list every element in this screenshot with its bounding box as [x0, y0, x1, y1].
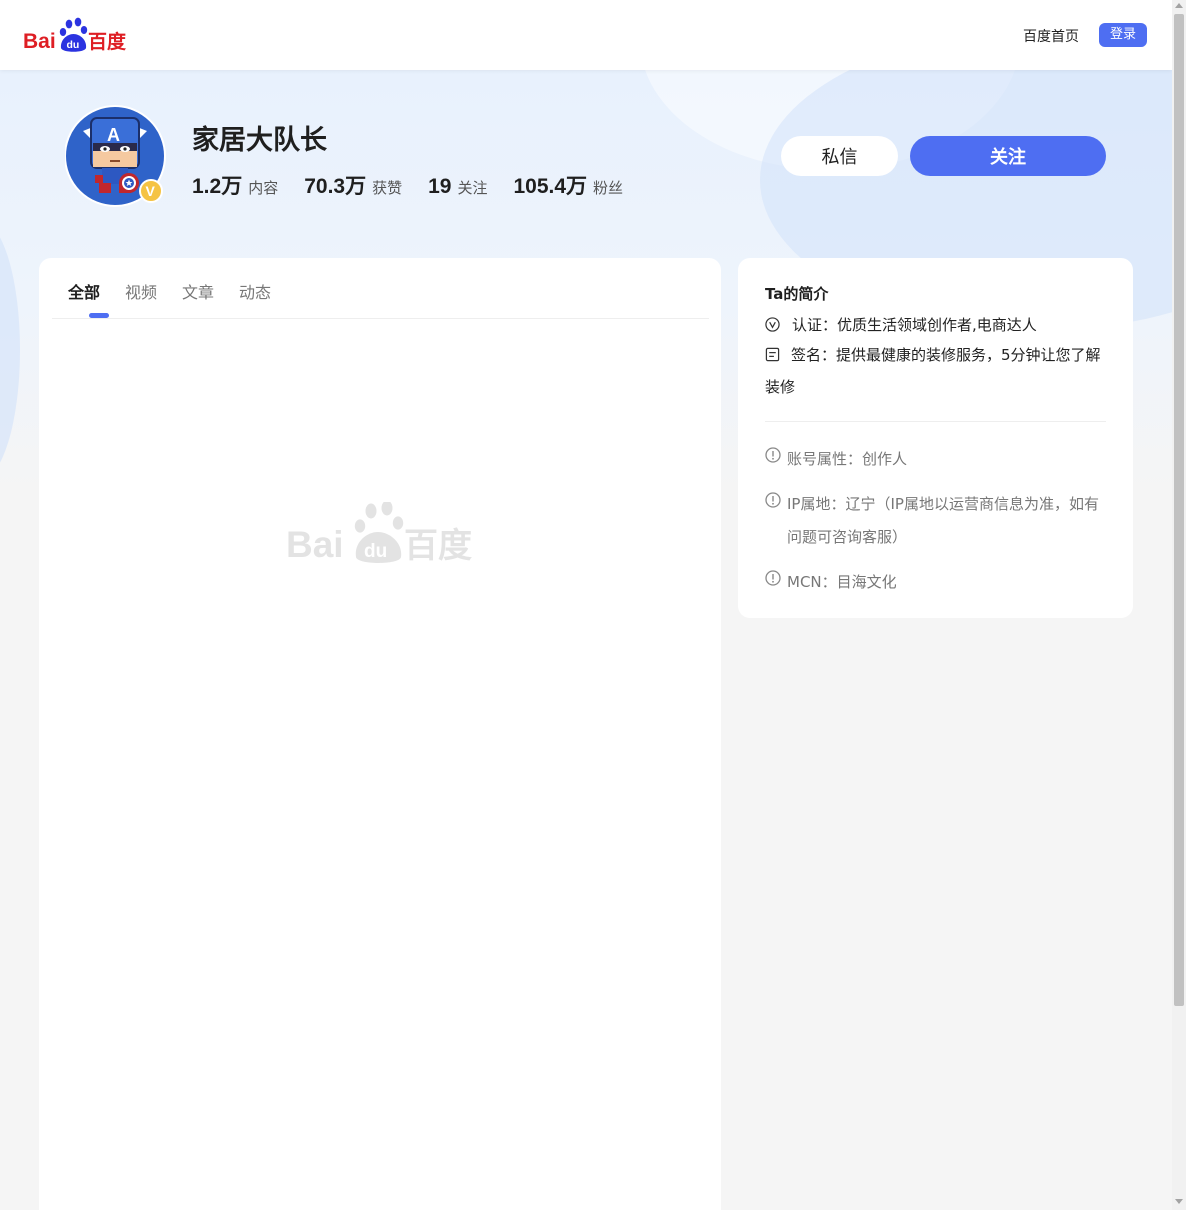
avatar[interactable]: A V [65, 105, 167, 207]
account-type-text: 账号属性：创作人 [787, 450, 908, 468]
scroll-down-arrow-icon[interactable] [1175, 1199, 1183, 1204]
login-button[interactable]: 登录 [1099, 23, 1147, 47]
stat-label: 获赞 [372, 179, 403, 197]
intro-card: Ta的简介 认证：优质生活领域创作者,电商达人 签名：提供最健康的装修服务，5分… [738, 258, 1133, 618]
top-bar: Bai du 百度 百度首页 登录 [0, 0, 1172, 70]
verified-circle-icon [765, 317, 780, 332]
signature-text: 签名：提供最健康的装修服务，5分钟让您了解装修 [765, 346, 1101, 396]
logo-text-du: du [67, 39, 80, 51]
tab-all[interactable]: 全部 [68, 279, 100, 303]
content-tabs: 全部 视频 文章 动态 [52, 258, 709, 319]
content-card: 全部 视频 文章 动态 Bai du 百度 [39, 258, 721, 1210]
baidu-logo[interactable]: Bai du 百度 [23, 17, 129, 53]
logo-text-baidu-cn: 百度 [88, 30, 127, 53]
placeholder-text-du: du [364, 541, 387, 562]
stat-label: 关注 [457, 179, 488, 197]
stat-content[interactable]: 1.2万 内容 [192, 170, 278, 200]
page-scrollbar[interactable] [1172, 0, 1186, 1210]
stat-number: 70.3万 [304, 175, 367, 198]
stat-number: 1.2万 [192, 175, 243, 198]
intro-divider [765, 421, 1106, 422]
logo-text-bai: Bai [23, 30, 56, 53]
verified-badge-icon: V [139, 179, 163, 203]
placeholder-text-baidu-cn: 百度 [404, 526, 472, 566]
private-message-button[interactable]: 私信 [781, 136, 898, 176]
stat-number: 105.4万 [513, 175, 588, 198]
baidu-placeholder-logo: Bai du 百度 [286, 502, 472, 566]
tab-video[interactable]: 视频 [125, 279, 157, 303]
mcn-text: MCN：目海文化 [787, 573, 897, 591]
info-icon [765, 447, 781, 463]
info-icon [765, 570, 781, 586]
stat-following[interactable]: 19 关注 [428, 175, 487, 199]
tab-article[interactable]: 文章 [182, 279, 214, 303]
svg-text:A: A [107, 125, 120, 145]
profile-name: 家居大队长 [192, 125, 327, 156]
intro-title: Ta的简介 [765, 285, 829, 303]
account-type-row: 账号属性：创作人 [765, 443, 1107, 476]
ip-location-row: IP属地：辽宁（IP属地以运营商信息为准，如有问题可咨询客服） [765, 488, 1107, 554]
stat-fans[interactable]: 105.4万 粉丝 [513, 170, 623, 200]
scrollbar-thumb[interactable] [1174, 14, 1184, 1006]
stat-label: 内容 [248, 179, 279, 197]
tab-active-indicator [89, 313, 109, 318]
ip-location-text: IP属地：辽宁（IP属地以运营商信息为准，如有问题可咨询客服） [787, 495, 1099, 546]
profile-stats: 1.2万 内容 70.3万 获赞 19 关注 105.4万 粉丝 [192, 170, 649, 200]
stat-number: 19 [428, 175, 452, 198]
tab-dynamic[interactable]: 动态 [239, 279, 271, 303]
stat-label: 粉丝 [593, 179, 624, 197]
mcn-row: MCN：目海文化 [765, 566, 1107, 599]
certification-text: 认证：优质生活领域创作者,电商达人 [792, 316, 1037, 334]
baidu-home-link[interactable]: 百度首页 [1023, 26, 1079, 46]
page: Bai du 百度 百度首页 登录 A V 家居大队长 1.2万 内容 70.3… [0, 0, 1172, 1210]
follow-button[interactable]: 关注 [910, 136, 1106, 176]
stat-likes: 70.3万 获赞 [304, 170, 402, 200]
scroll-up-arrow-icon[interactable] [1175, 3, 1183, 8]
placeholder-text-bai: Bai [286, 524, 344, 565]
info-icon [765, 492, 781, 508]
certification-row: 认证：优质生活领域创作者,电商达人 [765, 314, 1037, 335]
verified-badge-text: V [146, 183, 156, 199]
